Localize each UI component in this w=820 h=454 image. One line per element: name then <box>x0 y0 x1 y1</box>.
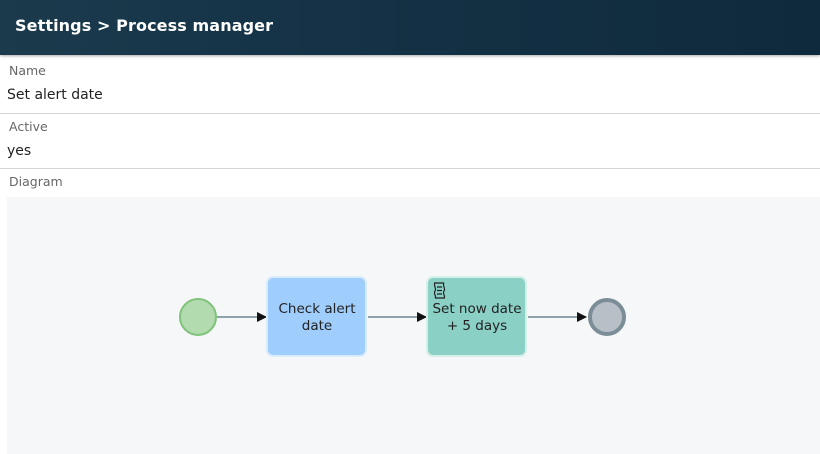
diagram-canvas[interactable]: Check alert date Set now date + 5 days <box>7 197 820 454</box>
task-check-alert-date[interactable]: Check alert date <box>266 276 367 357</box>
active-label: Active <box>9 119 48 134</box>
app-header: Settings > Process manager <box>0 0 820 55</box>
name-value[interactable]: Set alert date <box>7 87 103 103</box>
diagram-label: Diagram <box>9 174 63 189</box>
task-label-line2: date <box>302 318 332 334</box>
task-label-line1: Set now date <box>432 301 521 317</box>
name-label: Name <box>9 63 46 78</box>
divider <box>0 113 820 114</box>
end-event[interactable] <box>588 298 626 336</box>
divider <box>0 168 820 169</box>
start-event[interactable] <box>179 298 217 336</box>
task-set-now-date[interactable]: Set now date + 5 days <box>426 276 527 357</box>
breadcrumb: Settings > Process manager <box>15 16 274 35</box>
process-diagram: Check alert date Set now date + 5 days <box>179 276 626 357</box>
task-label-line1: Check alert <box>279 301 356 317</box>
task-label-line2: + 5 days <box>447 318 507 334</box>
active-value[interactable]: yes <box>7 143 31 159</box>
